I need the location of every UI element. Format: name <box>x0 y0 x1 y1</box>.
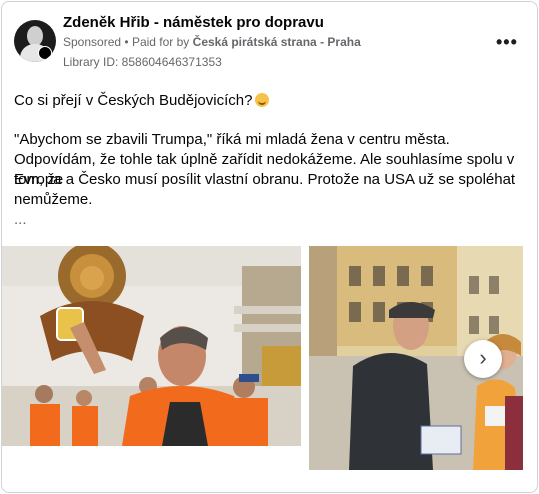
chevron-right-icon: › <box>479 345 487 370</box>
post-text-line-1: Co si přejí v Českých Budějovicích? <box>14 91 270 111</box>
see-more-ellipsis[interactable]: ... <box>14 210 27 230</box>
post-text-line-2: "Abychom se zbavili Trumpa," říká mi mla… <box>14 131 450 148</box>
photo-man-raising-beer <box>2 246 301 446</box>
carousel-next-button[interactable]: › <box>464 340 502 378</box>
sponsored-label[interactable]: Sponsored <box>63 35 121 49</box>
smiling-face-icon <box>255 93 270 107</box>
avatar-face <box>27 26 43 46</box>
post-text-line-4: Evropa a Česko musí posílit vlastní obra… <box>14 171 516 188</box>
payer-name[interactable]: Česká pirátská strana - Praha <box>193 35 361 49</box>
party-logo-icon <box>38 46 52 60</box>
meta-separator: • <box>124 35 129 49</box>
post-text-line-1-label: Co si přejí v Českých Budějovicích? <box>14 92 253 109</box>
paid-for-by-label: Paid for by <box>131 35 190 49</box>
author-name[interactable]: Zdeněk Hřib - náměstek pro dopravu <box>63 14 324 31</box>
post-text-line-5: nemůžeme. <box>14 191 93 208</box>
avatar[interactable] <box>14 20 56 62</box>
carousel-image-1[interactable] <box>2 246 301 446</box>
library-id: Library ID: 858604646371353 <box>63 55 222 69</box>
sponsored-line: Sponsored • Paid for by Česká pirátská s… <box>63 35 361 49</box>
ad-card: Zdeněk Hřib - náměstek pro dopravu Spons… <box>1 1 538 493</box>
more-options-icon[interactable]: ••• <box>496 32 518 53</box>
